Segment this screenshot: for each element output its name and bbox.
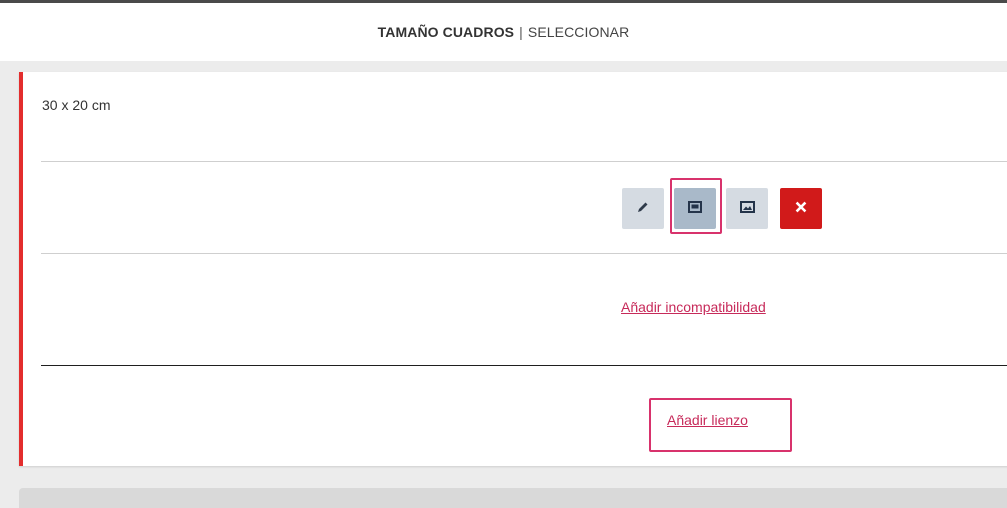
header-separator: | — [519, 24, 523, 40]
edit-button[interactable] — [622, 188, 664, 229]
image-button[interactable] — [726, 188, 768, 229]
size-card: 30 x 20 cm Añadir incompatibilidad Añadi… — [19, 72, 1007, 466]
selected-highlight — [670, 178, 722, 234]
divider — [41, 365, 1007, 366]
divider — [41, 253, 1007, 254]
delete-button[interactable] — [780, 188, 822, 229]
size-label: 30 x 20 cm — [42, 97, 111, 113]
add-canvas-link[interactable]: Añadir lienzo — [667, 412, 748, 428]
header-title: TAMAÑO CUADROS — [377, 24, 515, 40]
divider — [41, 161, 1007, 162]
pencil-icon — [636, 200, 650, 217]
header-subtitle: SELECCIONAR — [527, 24, 630, 40]
add-incompatibility-link[interactable]: Añadir incompatibilidad — [621, 299, 766, 315]
close-icon — [795, 201, 807, 216]
next-card — [19, 488, 1007, 508]
page-header: TAMAÑO CUADROS | SELECCIONAR — [0, 3, 1007, 61]
image-icon — [739, 201, 755, 216]
